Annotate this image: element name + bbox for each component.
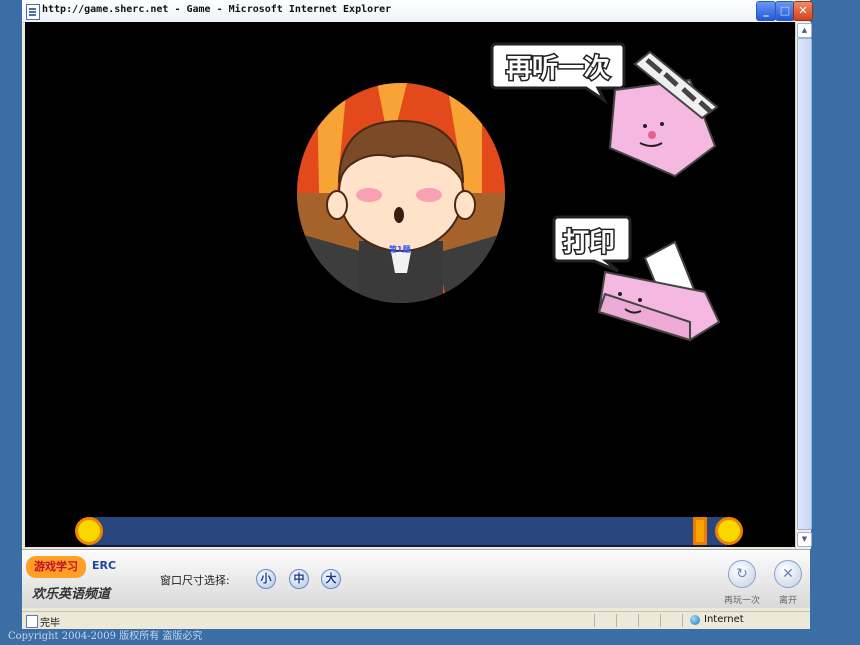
- size-medium-button[interactable]: 中: [289, 569, 309, 589]
- question-badge: 第1题: [389, 245, 411, 254]
- progress-end-marker: [693, 517, 707, 545]
- status-divider: [638, 614, 639, 627]
- replay-bubble-text[interactable]: 再听一次: [504, 53, 611, 86]
- exit-icon: ✕: [774, 560, 802, 588]
- maximize-icon: □: [779, 4, 791, 17]
- window-title: http://game.sherc.net - Game - Microsoft…: [42, 4, 392, 15]
- close-icon: ✕: [798, 4, 808, 17]
- scroll-down-arrow[interactable]: ▼: [797, 532, 812, 547]
- scroll-thumb[interactable]: [797, 38, 812, 530]
- brand-tagline: 欢乐英语频道: [32, 587, 111, 602]
- scroll-up-arrow[interactable]: ▲: [797, 23, 812, 38]
- progress-end-knob[interactable]: [715, 517, 743, 545]
- brand-badge: 游戏学习: [26, 556, 86, 578]
- character-illustration: [297, 83, 505, 303]
- size-large-button[interactable]: 大: [321, 569, 341, 589]
- character-portrait: 第1题: [297, 83, 505, 303]
- replay-button[interactable]: ↻ 再玩一次: [722, 560, 762, 608]
- size-small-button[interactable]: 小: [256, 569, 276, 589]
- status-divider: [682, 614, 683, 627]
- replay-label: 再玩一次: [723, 596, 760, 606]
- close-button[interactable]: ✕: [793, 1, 813, 21]
- status-divider: [616, 614, 617, 627]
- progress-bar[interactable]: [75, 517, 745, 547]
- internet-zone-icon: [690, 615, 700, 625]
- exit-button[interactable]: ✕ 离开: [768, 560, 808, 608]
- copyright-notice: Copyright 2004-2009 版权所有 盗版必究: [8, 631, 203, 642]
- replay-icon: ↻: [728, 560, 756, 588]
- game-control-bar: 游戏学习 ERC 欢乐英语频道 窗口尺寸选择: 小 中 大 ↻ 再玩一次 ✕ 离…: [22, 549, 810, 608]
- game-stage[interactable]: 再听一次 打印 第1题: [25, 22, 795, 547]
- vertical-scrollbar[interactable]: ▲ ▼: [795, 22, 812, 549]
- ie-window: http://game.sherc.net - Game - Microsoft…: [22, 0, 813, 629]
- ie-page-icon: [26, 4, 40, 20]
- security-zone-text: Internet: [704, 614, 744, 625]
- maximize-button[interactable]: □: [775, 1, 795, 21]
- exit-label: 离开: [778, 596, 797, 606]
- replay-speech-bubble[interactable]: 再听一次: [490, 42, 626, 105]
- progress-track: [87, 517, 727, 547]
- window-size-label: 窗口尺寸选择:: [160, 574, 230, 587]
- print-speech-bubble[interactable]: 打印: [552, 215, 632, 273]
- status-divider: [594, 614, 595, 627]
- print-bubble-text[interactable]: 打印: [561, 227, 616, 260]
- brand-logo: 游戏学习 ERC 欢乐英语频道: [26, 556, 134, 604]
- erc-logo: ERC: [92, 559, 117, 572]
- minimize-button[interactable]: _: [756, 1, 776, 21]
- title-bar[interactable]: http://game.sherc.net - Game - Microsoft…: [22, 0, 813, 23]
- status-divider: [660, 614, 661, 627]
- clapperboard-icon[interactable]: [608, 50, 719, 178]
- minimize-icon: _: [763, 4, 769, 17]
- progress-start-knob[interactable]: [75, 517, 103, 545]
